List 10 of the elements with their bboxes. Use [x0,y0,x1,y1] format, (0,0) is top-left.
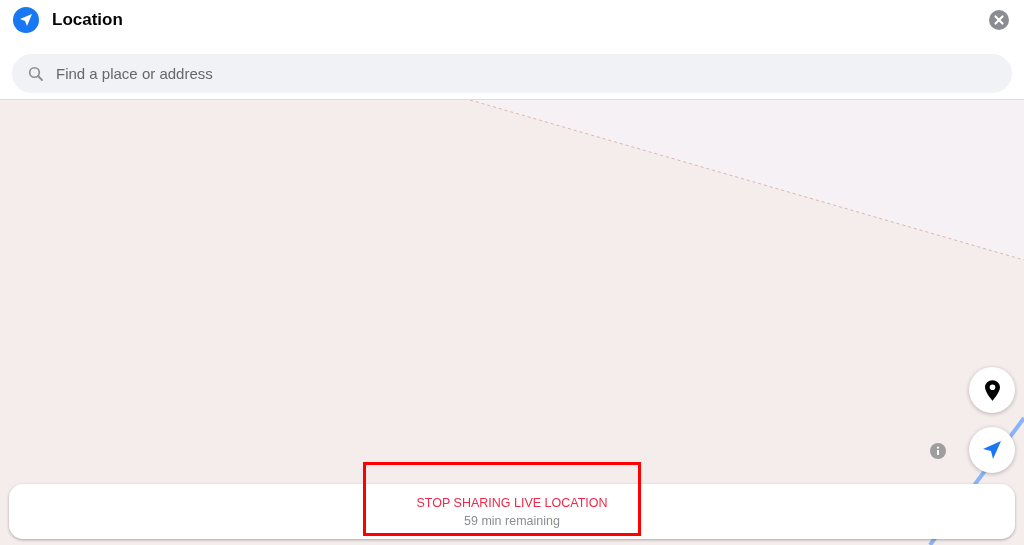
time-remaining: 59 min remaining [464,513,560,528]
stop-sharing-button[interactable]: STOP SHARING LIVE LOCATION [416,495,608,510]
search-icon [28,65,44,82]
map-pin-icon [984,379,1000,401]
close-icon[interactable] [989,10,1009,30]
info-icon[interactable] [930,443,946,459]
window-title: Location [52,10,124,30]
search-input[interactable]: Find a place or address [54,64,996,83]
search-field[interactable]: Find a place or address [12,54,1012,93]
navigation-arrow-icon [982,440,1002,460]
